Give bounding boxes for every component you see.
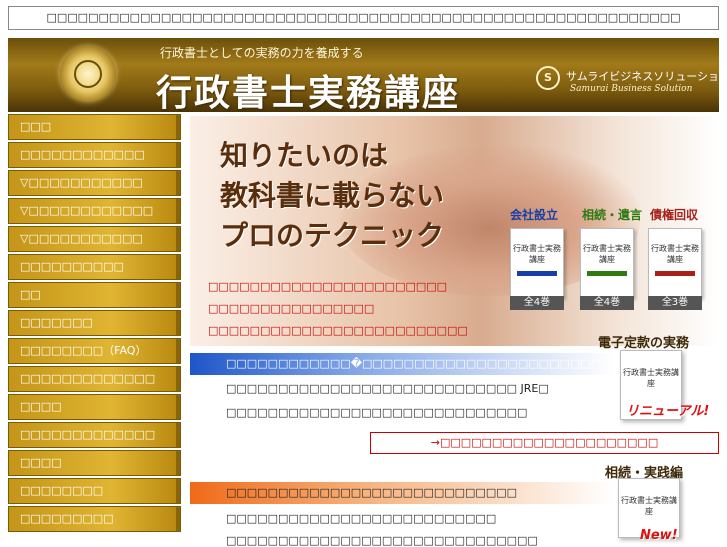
detail-link-button[interactable]: →□□□□□□□□□□□□□□□□□□□□□ bbox=[370, 432, 719, 454]
promo-line-2: □□□□□□□□□□□□□□□□ bbox=[208, 302, 375, 315]
banner-title: 行政書士実務講座 bbox=[156, 72, 461, 112]
sidebar-item-faq[interactable]: □□□□□□□□（FAQ） bbox=[8, 338, 181, 364]
brand-name-jp: サムライビジネスソリューション bbox=[566, 70, 719, 83]
sidebar-item-5[interactable]: □□□□□□□□□□ bbox=[8, 254, 181, 280]
book-title: 行政書士実務講座 bbox=[621, 496, 677, 516]
sidebar-item-13[interactable]: □□□□□□□□ bbox=[8, 478, 181, 504]
side-promo-title-1: 電子定款の実務 bbox=[598, 336, 690, 351]
promo-line-3: □□□□□□□□□□□□□□□□□□□□□□□□□ bbox=[208, 324, 468, 337]
book-count-company: 全4巻 bbox=[510, 296, 564, 310]
sidebar-item-9[interactable]: □□□□□□□□□□□□□ bbox=[8, 366, 181, 392]
sidebar-item-14[interactable]: □□□□□□□□□ bbox=[8, 506, 181, 532]
sidebar-item-11[interactable]: □□□□□□□□□□□□□ bbox=[8, 422, 181, 448]
sidebar-item-7[interactable]: □□□□□□□ bbox=[8, 310, 181, 336]
hero-headline-2: 教科書に載らない bbox=[220, 179, 445, 212]
book-count-debt: 全3巻 bbox=[648, 296, 702, 310]
sidebar-item-4[interactable]: ▽□□□□□□□□□□□ bbox=[8, 226, 181, 252]
book-title: 行政書士実務講座 bbox=[583, 244, 631, 264]
section-header-orange[interactable]: □□□□□□□□□□□□□□□□□□□□□□□□□□□□ bbox=[190, 482, 614, 504]
site-banner[interactable]: 行政書士としての実務の力を養成する 行政書士実務講座 S サムライビジネスソリュ… bbox=[8, 38, 719, 112]
section2-line-2: □□□□□□□□□□□□□□□□□□□□□□□□□□□□□□ bbox=[226, 534, 538, 547]
banner-subtitle: 行政書士としての実務の力を養成する bbox=[160, 46, 364, 60]
book-count-inheritance: 全4巻 bbox=[580, 296, 634, 310]
book-title: 行政書士実務講座 bbox=[623, 368, 679, 388]
course-book-inheritance[interactable]: 行政書士実務講座 bbox=[580, 228, 634, 298]
section-header-blue[interactable]: □□□□□□□□□□□□�□□□□□□□□□□□□□□□□□□□□□□□ bbox=[190, 353, 614, 375]
sidebar-item-10[interactable]: □□□□ bbox=[8, 394, 181, 420]
side-promo-ribbon-2: New! bbox=[640, 528, 678, 543]
brand-logo-icon: S bbox=[536, 66, 560, 90]
sidebar-item-3[interactable]: ▽□□□□□□□□□□□□ bbox=[8, 198, 181, 224]
category-debt: 債権回収 bbox=[650, 208, 699, 222]
top-notice-bar: □□□□□□□□□□□□□□□□□□□□□□□□□□□□□□□□□□□□□□□□… bbox=[8, 6, 719, 30]
category-company: 会社設立 bbox=[510, 208, 559, 222]
sidebar-nav: □□□ □□□□□□□□□□□□ ▽□□□□□□□□□□□ ▽□□□□□□□□□… bbox=[8, 114, 181, 534]
side-promo-ribbon-1: リニューアル! bbox=[626, 404, 710, 419]
hero-headline-3: プロのテクニック bbox=[220, 219, 445, 252]
section1-line-1: □□□□□□□□□□□□□□□□□□□□□□□□□□□□ JRE□ bbox=[226, 382, 549, 395]
brand-name-en: Samurai Business Solution bbox=[570, 84, 693, 94]
emblem-seal-icon bbox=[60, 46, 116, 102]
sidebar-item-0[interactable]: □□□ bbox=[8, 114, 181, 140]
sidebar-item-1[interactable]: □□□□□□□□□□□□ bbox=[8, 142, 181, 168]
course-book-company[interactable]: 行政書士実務講座 bbox=[510, 228, 564, 298]
course-book-debt[interactable]: 行政書士実務講座 bbox=[648, 228, 702, 298]
sidebar-item-6[interactable]: □□ bbox=[8, 282, 181, 308]
sidebar-item-12[interactable]: □□□□ bbox=[8, 450, 181, 476]
category-inheritance: 相続・遺言 bbox=[582, 208, 643, 222]
book-title: 行政書士実務講座 bbox=[513, 244, 561, 264]
brand-mark: S bbox=[544, 71, 552, 84]
book-title: 行政書士実務講座 bbox=[651, 244, 699, 264]
section1-line-2: □□□□□□□□□□□□□□□□□□□□□□□□□□□□□ bbox=[226, 406, 528, 419]
sidebar-item-2[interactable]: ▽□□□□□□□□□□□ bbox=[8, 170, 181, 196]
hero-headline-1: 知りたいのは bbox=[220, 139, 389, 172]
promo-line-1: □□□□□□□□□□□□□□□□□□□□□□□ bbox=[208, 280, 448, 293]
section2-line-1: □□□□□□□□□□□□□□□□□□□□□□□□□□ bbox=[226, 512, 497, 525]
